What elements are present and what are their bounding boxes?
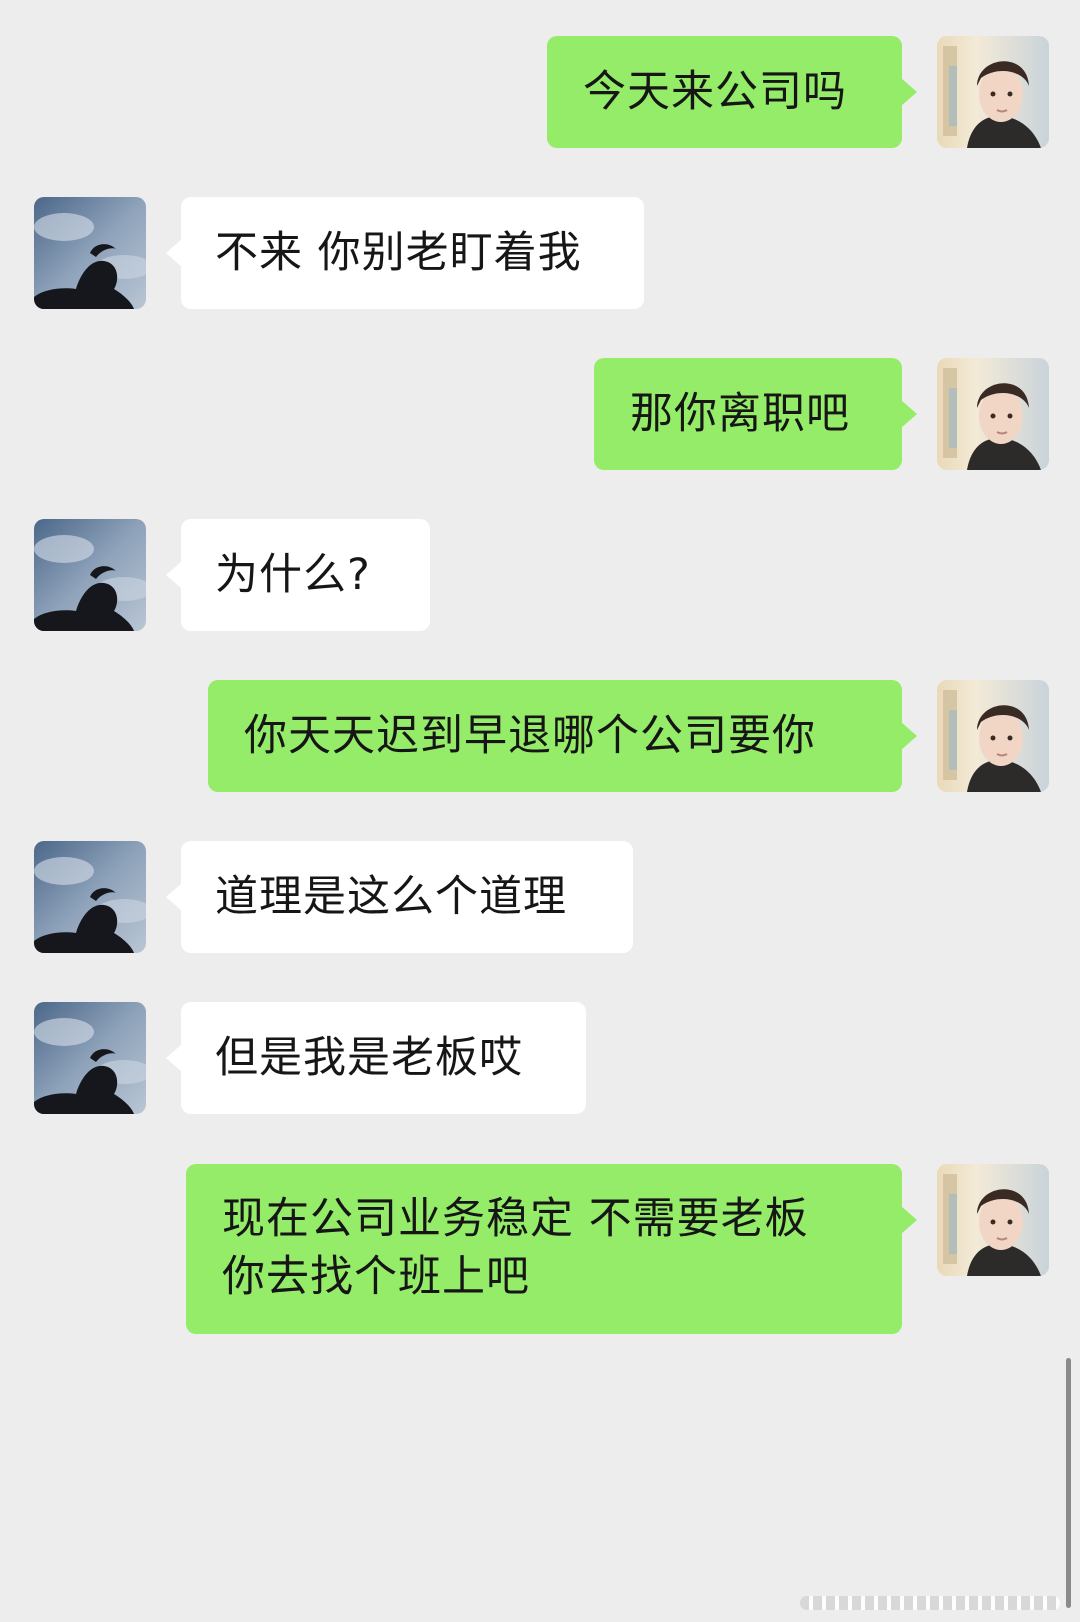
user-avatar-icon[interactable] [937,1164,1049,1276]
contact-avatar-icon[interactable] [34,841,146,953]
user-avatar-icon[interactable] [937,36,1049,148]
message-bubble-incoming[interactable]: 但是我是老板哎 [166,1002,586,1114]
contact-avatar-icon[interactable] [34,1002,146,1114]
message-bubble-outgoing[interactable]: 你天天迟到早退哪个公司要你 [208,680,917,792]
message-bubble-outgoing[interactable]: 今天来公司吗 [547,36,917,148]
chat-area[interactable]: 今天来公司吗 不来 你别老盯着我 那你离职吧 为什么? 你天天迟到早退哪个公司要… [0,0,1080,1622]
message-bubble-incoming[interactable]: 不来 你别老盯着我 [166,197,644,309]
message-bubble-incoming[interactable]: 道理是这么个道理 [166,841,633,953]
contact-avatar-icon[interactable] [34,197,146,309]
scrollbar[interactable] [1066,1358,1071,1608]
home-indicator [800,1596,1060,1610]
message-bubble-incoming[interactable]: 为什么? [166,519,430,631]
message-bubble-outgoing[interactable]: 那你离职吧 [594,358,917,470]
user-avatar-icon[interactable] [937,680,1049,792]
contact-avatar-icon[interactable] [34,519,146,631]
message-bubble-outgoing[interactable]: 现在公司业务稳定 不需要老板 你去找个班上吧 [186,1164,917,1334]
user-avatar-icon[interactable] [937,358,1049,470]
